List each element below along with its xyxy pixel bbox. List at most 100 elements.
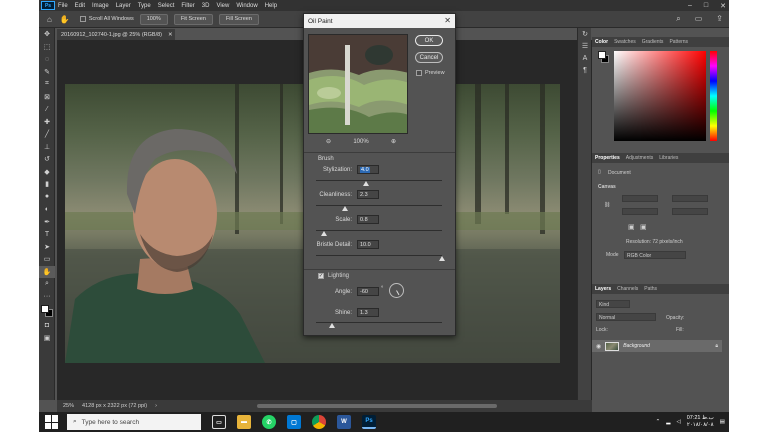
stylization-input[interactable]: 4.0 xyxy=(357,165,379,174)
tab-swatches[interactable]: Swatches xyxy=(614,39,636,45)
taskbar-search-box[interactable]: ⌕ Type here to search xyxy=(67,414,201,430)
scale-slider-track[interactable] xyxy=(316,230,442,231)
menu-help[interactable]: Help xyxy=(265,3,277,9)
angle-input[interactable]: -60 xyxy=(357,287,379,296)
canvas-y-field[interactable] xyxy=(672,208,708,215)
tab-patterns[interactable]: Patterns xyxy=(669,39,688,45)
lighting-checkbox[interactable]: ✓ xyxy=(318,273,324,279)
canvas-height-field[interactable] xyxy=(622,208,658,215)
shine-slider-knob[interactable] xyxy=(329,323,336,328)
stylization-slider-knob[interactable] xyxy=(363,181,370,186)
tab-properties[interactable]: Properties xyxy=(595,155,620,161)
zoom-in-icon[interactable]: ⊕ xyxy=(391,138,396,145)
hand-tool-icon[interactable]: ✋ xyxy=(60,15,70,24)
pen-tool-icon[interactable]: ✒ xyxy=(39,216,55,229)
menu-image[interactable]: Image xyxy=(92,3,109,9)
fill-screen-button[interactable]: Fill Screen xyxy=(218,13,259,25)
screen-mode-icon[interactable]: ▣ xyxy=(39,332,55,345)
tab-layers[interactable]: Layers xyxy=(595,286,611,292)
character-icon[interactable]: A xyxy=(578,52,592,64)
network-icon[interactable]: ▂ xyxy=(666,419,670,425)
cleanliness-slider-track[interactable] xyxy=(316,205,442,206)
store-icon[interactable]: ▢ xyxy=(287,415,301,429)
lasso-tool-icon[interactable]: ◌ xyxy=(39,53,55,66)
status-chevron-icon[interactable]: › xyxy=(155,403,157,409)
zoom-tool-icon[interactable]: ⌕ xyxy=(39,278,55,291)
more-tools-icon[interactable]: ··· xyxy=(39,291,55,304)
canvas-width-field[interactable] xyxy=(622,195,658,202)
move-tool-icon[interactable]: ✥ xyxy=(39,28,55,41)
color-panel-foreground-swatch[interactable] xyxy=(598,51,606,59)
photoshop-taskbar-icon[interactable]: Ps xyxy=(362,415,376,429)
document-tab[interactable]: 20160912_102740-1.jpg @ 25% (RGB/8) ✕ xyxy=(57,29,175,40)
bristle-detail-input[interactable]: 10.0 xyxy=(357,240,379,249)
quick-mask-icon[interactable]: ◘ xyxy=(39,319,55,332)
brush-settings-icon[interactable]: ☰ xyxy=(578,40,592,52)
gradient-tool-icon[interactable]: ▮ xyxy=(39,178,55,191)
bristle-detail-slider-knob[interactable] xyxy=(439,256,445,261)
landscape-orientation-icon[interactable]: ▣ xyxy=(640,223,647,231)
crop-tool-icon[interactable]: ⌗ xyxy=(39,78,55,91)
filter-preview[interactable] xyxy=(308,34,408,134)
zoom-100-button[interactable]: 100% xyxy=(139,13,168,25)
brush-tool-icon[interactable]: ╱ xyxy=(39,128,55,141)
tab-paths[interactable]: Paths xyxy=(644,286,657,292)
stylization-slider-track[interactable] xyxy=(316,180,442,181)
notifications-icon[interactable]: ▤ xyxy=(720,419,725,425)
menu-type[interactable]: Type xyxy=(138,3,151,9)
lighting-option[interactable]: ✓ Lighting xyxy=(318,273,349,279)
frame-tool-icon[interactable]: ⊠ xyxy=(39,91,55,104)
type-tool-icon[interactable]: T xyxy=(39,228,55,241)
color-picker-field[interactable] xyxy=(614,51,706,141)
search-icon[interactable]: ⌕ xyxy=(676,14,680,24)
maximize-icon[interactable]: □ xyxy=(704,2,708,9)
cleanliness-input[interactable]: 2.3 xyxy=(357,190,379,199)
windows-start-icon[interactable] xyxy=(45,415,59,429)
chrome-icon[interactable] xyxy=(312,415,326,429)
status-zoom[interactable]: 25% xyxy=(63,403,74,409)
canvas-x-field[interactable] xyxy=(672,195,708,202)
scroll-all-checkbox[interactable] xyxy=(79,16,86,22)
clone-stamp-tool-icon[interactable]: ⊥ xyxy=(39,141,55,154)
close-tab-icon[interactable]: ✕ xyxy=(168,32,173,38)
tray-chevron-icon[interactable]: ⌃ xyxy=(656,419,661,425)
fit-screen-button[interactable]: Fit Screen xyxy=(173,13,213,25)
preview-option[interactable]: Preview xyxy=(416,70,445,76)
portrait-orientation-icon[interactable]: ▣ xyxy=(628,223,635,231)
angle-dial[interactable] xyxy=(389,283,404,298)
menu-select[interactable]: Select xyxy=(158,3,175,9)
layer-row[interactable]: ◉ Background 🔒︎ xyxy=(592,340,722,352)
history-brush-tool-icon[interactable]: ↺ xyxy=(39,153,55,166)
path-select-tool-icon[interactable]: ➤ xyxy=(39,241,55,254)
preview-checkbox[interactable] xyxy=(416,70,422,76)
shine-input[interactable]: 1.3 xyxy=(357,308,379,317)
blur-tool-icon[interactable]: ● xyxy=(39,191,55,204)
scale-slider-knob[interactable] xyxy=(320,231,327,236)
tab-adjustments[interactable]: Adjustments xyxy=(626,155,654,161)
healing-brush-tool-icon[interactable]: ✚ xyxy=(39,116,55,129)
word-icon[interactable]: W xyxy=(337,415,351,429)
ok-button[interactable]: OK xyxy=(415,35,443,46)
scale-input[interactable]: 0.8 xyxy=(357,215,379,224)
eraser-tool-icon[interactable]: ◆ xyxy=(39,166,55,179)
zoom-out-icon[interactable]: ⊖ xyxy=(326,138,331,145)
menu-layer[interactable]: Layer xyxy=(116,3,131,9)
menu-edit[interactable]: Edit xyxy=(75,3,85,9)
dialog-titlebar[interactable]: Oil Paint ✕ xyxy=(304,14,455,28)
dodge-tool-icon[interactable]: ◐ xyxy=(39,203,55,216)
layer-filter-kind[interactable]: Kind xyxy=(596,300,630,308)
tab-gradients[interactable]: Gradients xyxy=(642,39,664,45)
close-icon[interactable]: ✕ xyxy=(720,2,726,10)
cancel-button[interactable]: Cancel xyxy=(415,52,443,63)
menu-filter[interactable]: Filter xyxy=(181,3,194,9)
eyedropper-tool-icon[interactable]: ⁄ xyxy=(39,103,55,116)
share-icon[interactable]: ⇪ xyxy=(716,14,723,24)
shape-tool-icon[interactable]: ▭ xyxy=(39,253,55,266)
menu-file[interactable]: File xyxy=(58,3,68,9)
marquee-tool-icon[interactable]: ⬚ xyxy=(39,41,55,54)
link-dimensions-icon[interactable]: ⛓ xyxy=(604,202,610,208)
bristle-detail-slider-track[interactable] xyxy=(316,255,442,256)
task-view-icon[interactable]: ▭ xyxy=(212,415,226,429)
history-icon[interactable]: ↻ xyxy=(578,28,592,40)
paragraph-icon[interactable]: ¶ xyxy=(578,64,592,76)
